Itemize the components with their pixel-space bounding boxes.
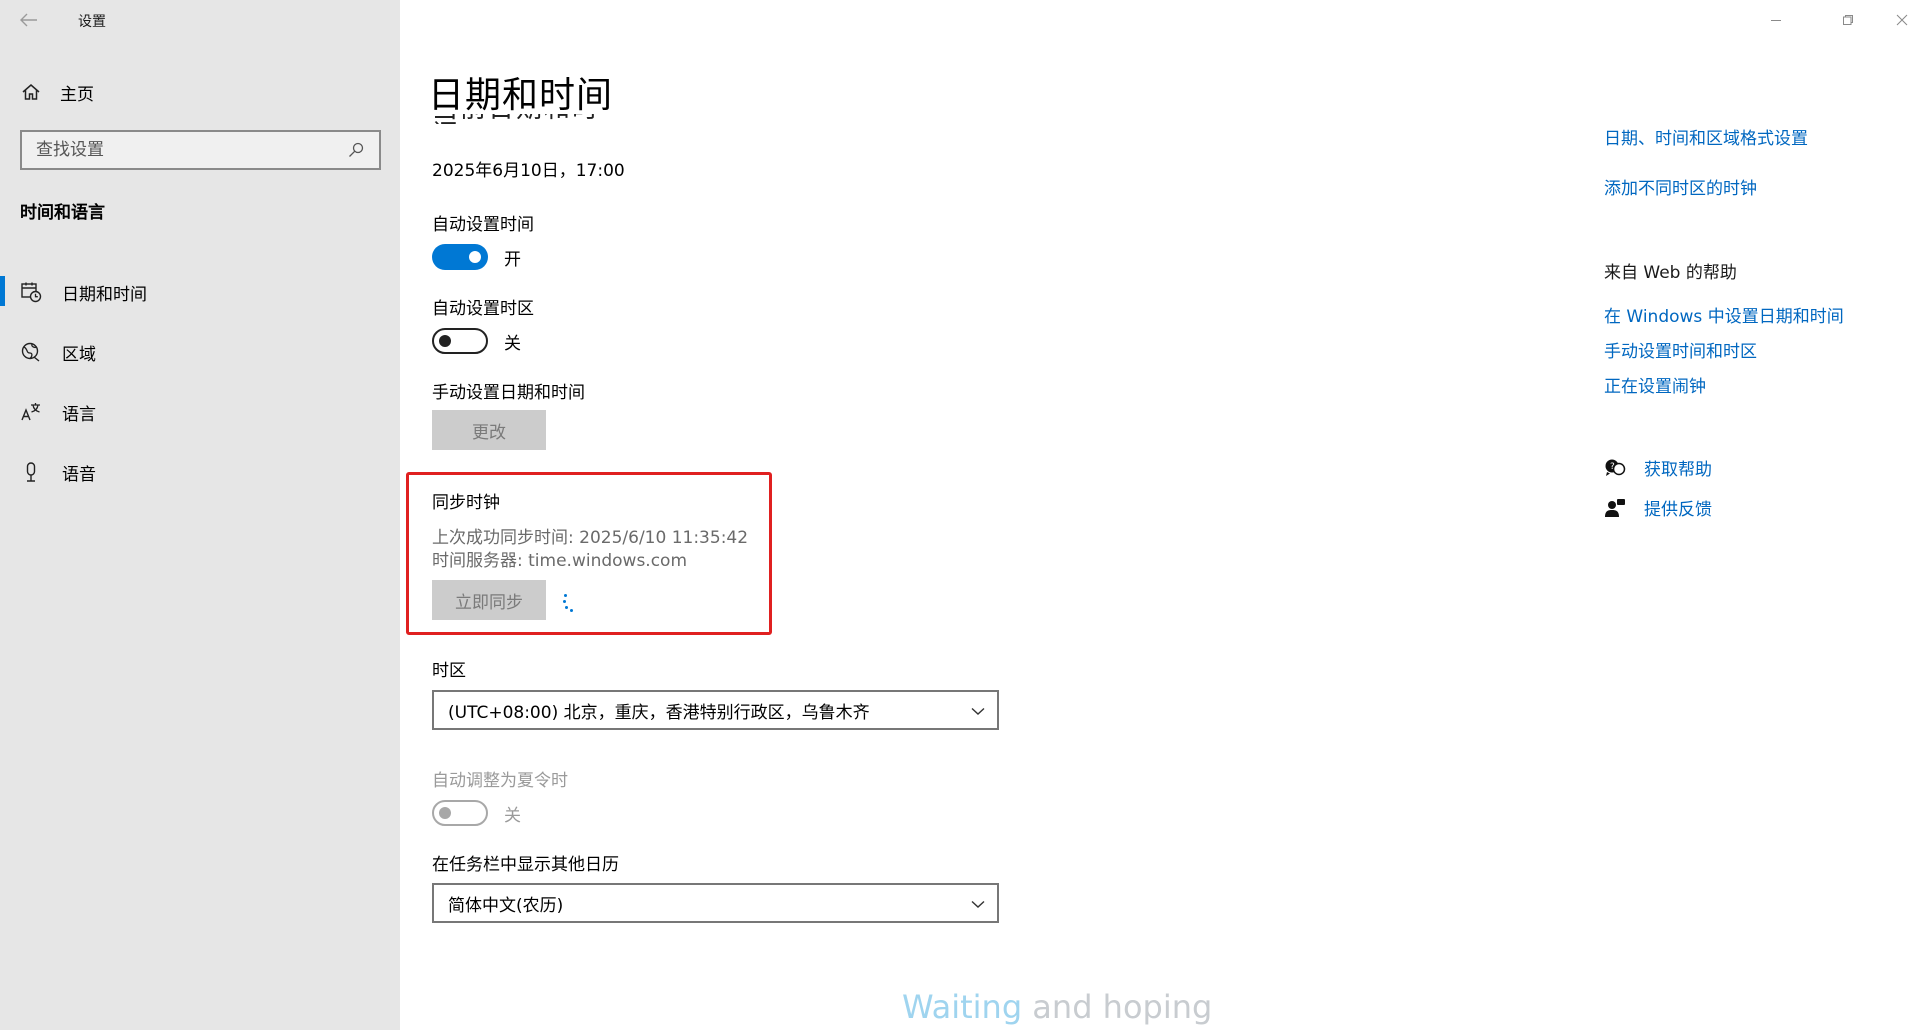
sidebar-item-label: 区域 bbox=[62, 344, 96, 365]
search-box[interactable] bbox=[20, 130, 381, 170]
dst-toggle-row: 关 bbox=[432, 800, 521, 826]
sidebar-item-speech[interactable]: 语音 bbox=[0, 442, 400, 502]
auto-timezone-toggle-row: 关 bbox=[432, 328, 521, 354]
chevron-down-icon bbox=[971, 703, 985, 717]
minimize-icon[interactable] bbox=[1762, 6, 1790, 34]
time-server: 时间服务器: time.windows.com bbox=[432, 551, 688, 571]
page-title: 日期和时间 bbox=[428, 75, 614, 116]
add-clocks-link[interactable]: 添加不同时区的时钟 bbox=[1604, 174, 1757, 199]
sidebar-item-date-time[interactable]: 日期和时间 bbox=[0, 262, 400, 322]
watermark-part1: Waiting bbox=[902, 988, 1023, 1026]
dst-label: 自动调整为夏令时 bbox=[432, 771, 568, 791]
calendar-value: 简体中文(农历) bbox=[448, 895, 564, 916]
last-sync-time: 上次成功同步时间: 2025/6/10 11:35:42 bbox=[432, 528, 749, 548]
chat-help-icon: ? bbox=[1604, 457, 1626, 479]
search-icon[interactable] bbox=[345, 139, 367, 161]
manual-datetime-label: 手动设置日期和时间 bbox=[432, 383, 585, 403]
get-help-row[interactable]: ? 获取帮助 bbox=[1604, 455, 1712, 480]
web-help-link-alarm[interactable]: 正在设置闹钟 bbox=[1604, 372, 1706, 397]
auto-time-toggle-row: 开 bbox=[432, 244, 521, 270]
globe-icon bbox=[20, 341, 42, 363]
auto-timezone-state: 关 bbox=[504, 333, 521, 354]
sidebar-item-home[interactable]: 主页 bbox=[20, 78, 94, 106]
app-title: 设置 bbox=[78, 14, 106, 30]
svg-text:?: ? bbox=[1610, 462, 1615, 472]
restore-icon[interactable] bbox=[1834, 6, 1862, 34]
sidebar-item-language[interactable]: 语言 bbox=[0, 382, 400, 442]
loading-spinner-icon bbox=[560, 592, 576, 614]
web-help-link-set-datetime[interactable]: 在 Windows 中设置日期和时间 bbox=[1604, 302, 1844, 327]
timezone-dropdown[interactable]: (UTC+08:00) 北京，重庆，香港特别行政区，乌鲁木齐 bbox=[432, 690, 999, 730]
auto-time-state: 开 bbox=[504, 249, 521, 270]
region-format-link[interactable]: 日期、时间和区域格式设置 bbox=[1604, 124, 1808, 149]
sidebar-item-label: 日期和时间 bbox=[62, 284, 147, 305]
dst-state: 关 bbox=[504, 805, 521, 826]
calendar-label: 在任务栏中显示其他日历 bbox=[432, 855, 619, 875]
sidebar-item-label: 语音 bbox=[62, 464, 96, 485]
sidebar-item-region[interactable]: 区域 bbox=[0, 322, 400, 382]
auto-timezone-toggle[interactable] bbox=[432, 328, 488, 354]
home-icon bbox=[20, 81, 42, 103]
get-help-link[interactable]: 获取帮助 bbox=[1644, 455, 1712, 480]
scrolled-content-fragment: 当前日期和时间 bbox=[432, 114, 612, 124]
section-heading: 时间和语言 bbox=[20, 203, 105, 223]
feedback-person-icon bbox=[1604, 497, 1626, 519]
sync-title: 同步时钟 bbox=[432, 493, 500, 513]
timezone-label: 时区 bbox=[432, 661, 466, 681]
chevron-down-icon bbox=[971, 896, 985, 910]
sidebar-item-label: 语言 bbox=[62, 404, 96, 425]
sidebar-item-label: 主页 bbox=[60, 84, 94, 105]
auto-time-label: 自动设置时间 bbox=[432, 215, 534, 235]
sync-now-button[interactable]: 立即同步 bbox=[432, 580, 546, 620]
close-icon[interactable] bbox=[1888, 6, 1916, 34]
feedback-row[interactable]: 提供反馈 bbox=[1604, 495, 1712, 520]
back-arrow-icon[interactable] bbox=[16, 8, 42, 32]
search-input[interactable] bbox=[36, 140, 336, 160]
nav-list: 日期和时间 区域 语言 语音 bbox=[0, 262, 400, 502]
web-help-link-manual-time[interactable]: 手动设置时间和时区 bbox=[1604, 337, 1757, 362]
calendar-clock-icon bbox=[20, 281, 42, 303]
language-icon bbox=[20, 401, 42, 423]
auto-timezone-label: 自动设置时区 bbox=[432, 299, 534, 319]
web-help-heading: 来自 Web 的帮助 bbox=[1604, 263, 1737, 283]
auto-time-toggle[interactable] bbox=[432, 244, 488, 270]
microphone-icon bbox=[20, 461, 42, 483]
dst-toggle[interactable] bbox=[432, 800, 488, 826]
calendar-dropdown[interactable]: 简体中文(农历) bbox=[432, 883, 999, 923]
feedback-link[interactable]: 提供反馈 bbox=[1644, 495, 1712, 520]
change-button[interactable]: 更改 bbox=[432, 410, 546, 450]
sidebar: 设置 主页 时间和语言 日期和时间 区域 语言 bbox=[0, 0, 400, 1030]
watermark: Waiting and hoping bbox=[902, 988, 1212, 1026]
timezone-value: (UTC+08:00) 北京，重庆，香港特别行政区，乌鲁木齐 bbox=[448, 702, 870, 723]
current-datetime: 2025年6月10日，17:00 bbox=[432, 161, 625, 181]
watermark-part2: and hoping bbox=[1022, 988, 1213, 1026]
